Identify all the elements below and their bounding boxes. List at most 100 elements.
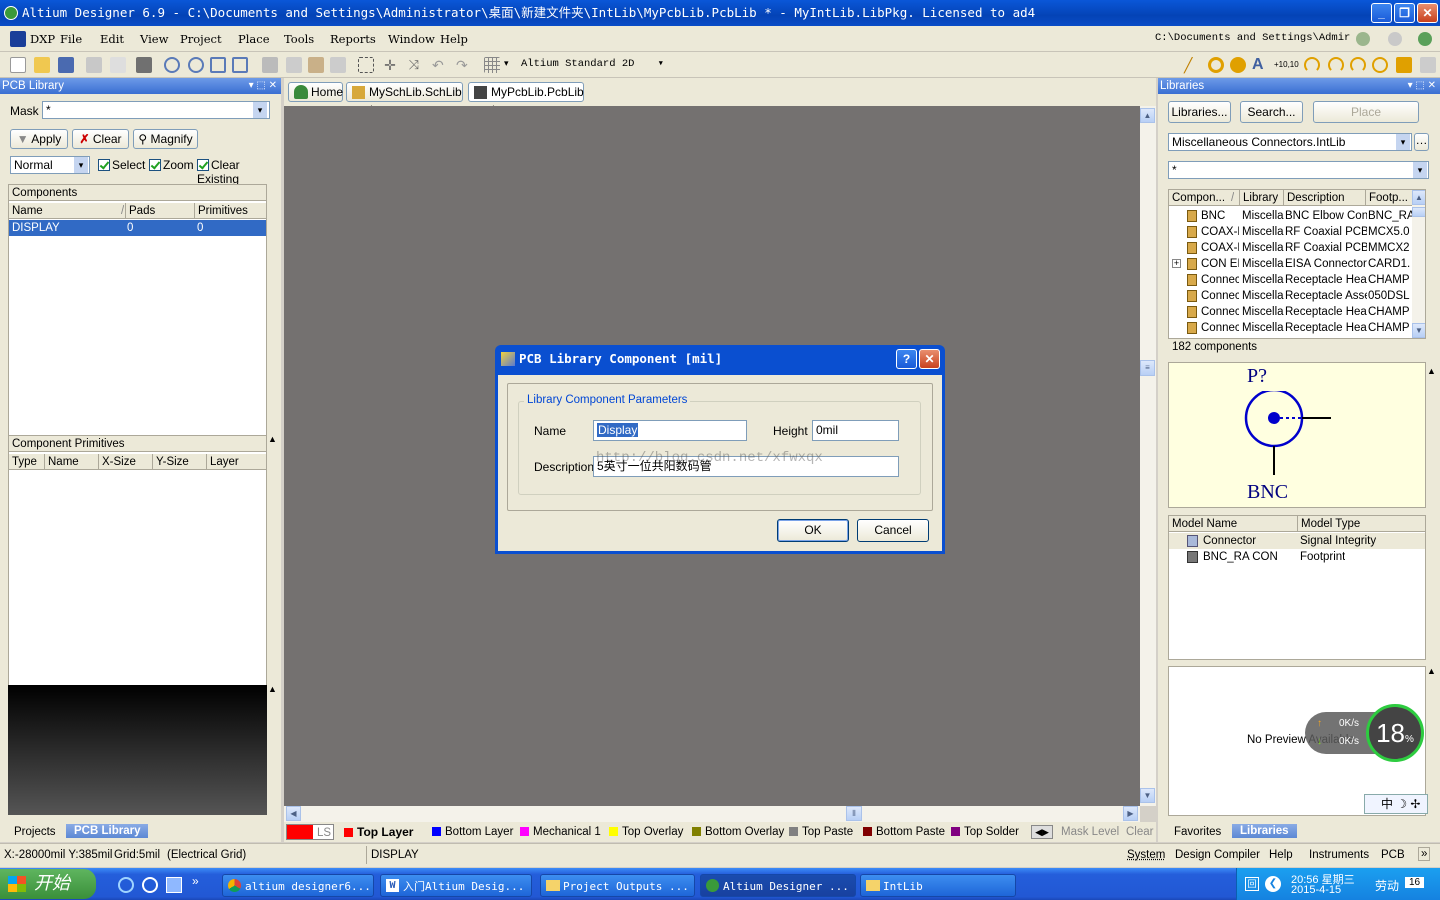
layer-bottom-layer[interactable]: Bottom Layer — [432, 824, 513, 840]
expand-icon[interactable]: + — [1172, 259, 1181, 268]
more-panels-icon[interactable]: » — [1418, 847, 1431, 861]
layers-icon[interactable] — [136, 57, 152, 73]
panel-design-compiler[interactable]: Design Compiler — [1175, 849, 1260, 861]
height-field[interactable]: 0mil — [812, 420, 899, 441]
table-row[interactable]: COAX-MMiscellaRF Coaxial PCB IMMCX2 — [1169, 240, 1412, 256]
filter-input[interactable]: * ▾ — [1168, 161, 1429, 179]
menu-file[interactable]: File — [60, 32, 82, 46]
quicklaunch-more-icon[interactable]: » — [192, 874, 199, 888]
collapse-icon[interactable]: ▲ — [268, 684, 277, 694]
ime-toolbar[interactable]: 中 ☽ ✢ — [1364, 794, 1428, 814]
start-button[interactable]: 开始 — [0, 869, 96, 899]
ime-indicator[interactable]: 劳动 — [1375, 877, 1399, 894]
layer-set-ls[interactable]: LS — [286, 824, 334, 840]
arc-center-icon[interactable] — [1304, 57, 1320, 73]
taskbar-item-altium[interactable]: Altium Designer ... — [700, 874, 856, 897]
scroll-down-icon[interactable]: ▼ — [1140, 788, 1155, 803]
zoom-area-icon[interactable] — [232, 57, 248, 73]
scroll-left-icon[interactable]: ◀ — [286, 806, 301, 821]
col-primitives[interactable]: Primitives — [194, 203, 248, 219]
zoom-out-icon[interactable] — [188, 57, 204, 73]
copy-icon[interactable] — [286, 57, 302, 73]
horizontal-scrollbar[interactable]: ◀ ⦀ ▶ — [284, 806, 1140, 822]
help-button[interactable]: ? — [896, 349, 917, 369]
table-row[interactable]: Connec Miscella Receptacle Hea CHAMP — [1169, 304, 1412, 320]
via-tool-icon[interactable] — [1230, 57, 1246, 73]
taskbar-item-intlib[interactable]: IntLib — [860, 874, 1016, 897]
col-pads[interactable]: Pads — [125, 203, 155, 219]
library-options-button[interactable]: … — [1414, 133, 1429, 151]
layer-bottom-paste[interactable]: Bottom Paste — [863, 824, 945, 840]
table-row[interactable]: + CON EI Miscella EISA Connector, CARD1. — [1169, 256, 1412, 272]
scroll-thumb[interactable]: ⦀ — [846, 806, 862, 821]
undo-icon[interactable]: ↶ — [432, 57, 448, 73]
back-icon[interactable] — [1356, 32, 1370, 46]
path-combo[interactable]: C:\Documents and Settings\Admir ▾ — [1152, 30, 1352, 48]
tray-icon[interactable]: 回 — [1245, 877, 1259, 891]
taskbar-item-project-outputs[interactable]: Project Outputs ... — [540, 874, 695, 897]
tab-libraries[interactable]: Libraries — [1232, 824, 1297, 838]
tab-schlib[interactable]: MySchLib.SchLib * — [346, 82, 463, 117]
go-icon[interactable] — [1418, 32, 1432, 46]
grid-dropdown-icon[interactable]: ▾ — [504, 58, 509, 69]
clear-button[interactable]: ✗ Clear — [72, 129, 129, 149]
print-preview-icon[interactable] — [110, 57, 126, 73]
menu-view[interactable]: View — [140, 32, 168, 46]
deselect-icon[interactable]: ⤨ — [406, 57, 422, 73]
collapse-icon[interactable]: ▲ — [1427, 366, 1436, 376]
menu-tools[interactable]: Tools — [284, 32, 314, 46]
view-mode-select[interactable]: Altium Standard 2D ▾ — [518, 56, 668, 74]
tab-pcb-library[interactable]: PCB Library — [66, 824, 149, 838]
new-icon[interactable] — [10, 57, 26, 73]
tab-projects[interactable]: Projects — [4, 825, 66, 839]
panel-instruments[interactable]: Instruments — [1309, 849, 1369, 861]
text-tool-icon[interactable]: A — [1252, 57, 1268, 73]
clear-layer-button[interactable]: Clear — [1126, 824, 1153, 840]
panel-system[interactable]: System — [1127, 849, 1165, 861]
search-button[interactable]: Search... — [1240, 101, 1303, 123]
mode-select[interactable]: Normal ▾ — [10, 156, 90, 174]
ok-button[interactable]: OK — [777, 519, 849, 542]
tab-pcblib[interactable]: MyPcbLib.PcbLib * — [468, 82, 584, 117]
magnify-button[interactable]: ⚲ Magnify — [133, 129, 198, 149]
paste-array-icon[interactable] — [1420, 57, 1436, 73]
menu-edit[interactable]: Edit — [100, 32, 124, 46]
col-component[interactable]: Compon... — [1172, 190, 1225, 206]
layer-top-paste[interactable]: Top Paste — [789, 824, 853, 840]
clear-existing-checkbox[interactable]: Clear Existing — [197, 158, 281, 186]
menu-dxp[interactable]: DXP — [30, 32, 55, 46]
tab-home[interactable]: Home — [288, 82, 343, 102]
menu-help[interactable]: Help — [440, 32, 468, 46]
name-field[interactable]: Display — [593, 420, 747, 441]
col-model-type[interactable]: Model Type — [1297, 516, 1360, 532]
panel-help[interactable]: Help — [1269, 849, 1293, 861]
layer-top-layer[interactable]: Top Layer — [344, 824, 413, 840]
col-ysize[interactable]: Y-Size — [152, 454, 189, 470]
paste-icon[interactable] — [308, 57, 324, 73]
arc-edge-icon[interactable] — [1328, 57, 1344, 73]
scroll-up-icon[interactable]: ▲ — [1412, 190, 1425, 205]
cut-icon[interactable] — [262, 57, 278, 73]
move-icon[interactable]: ✛ — [382, 57, 398, 73]
list-item[interactable]: BNC_RA CON Footprint — [1169, 549, 1425, 565]
libraries-button[interactable]: Libraries... — [1168, 101, 1231, 123]
fill-tool-icon[interactable] — [1396, 57, 1412, 73]
scroll-right-icon[interactable]: ▶ — [1123, 806, 1138, 821]
scroll-down-icon[interactable]: ▼ — [1412, 323, 1425, 338]
scroll-thumb[interactable]: ≡ — [1140, 360, 1155, 376]
menu-project[interactable]: Project — [180, 32, 222, 46]
table-row[interactable]: DISPLAY 0 0 — [9, 220, 266, 236]
col-name[interactable]: Name — [12, 203, 43, 219]
table-row[interactable]: Connec Miscella Receptacle Hea CHAMP — [1169, 272, 1412, 288]
layer-top-overlay[interactable]: Top Overlay — [609, 824, 683, 840]
scroll-up-icon[interactable]: ▲ — [1140, 108, 1155, 123]
forward-icon[interactable] — [1388, 32, 1402, 46]
layer-top-solder[interactable]: Top Solder — [951, 824, 1019, 840]
grid-icon[interactable] — [484, 57, 500, 73]
close-button[interactable]: ✕ — [1417, 3, 1438, 23]
taskbar-item-word[interactable]: W 入门Altium Desig... — [380, 874, 532, 897]
select-checkbox[interactable]: Select — [98, 158, 145, 172]
vertical-scrollbar[interactable]: ▲ ≡ ▼ — [1140, 106, 1156, 806]
show-desktop-icon[interactable] — [166, 877, 182, 893]
place-button[interactable]: Place — [1313, 101, 1419, 123]
